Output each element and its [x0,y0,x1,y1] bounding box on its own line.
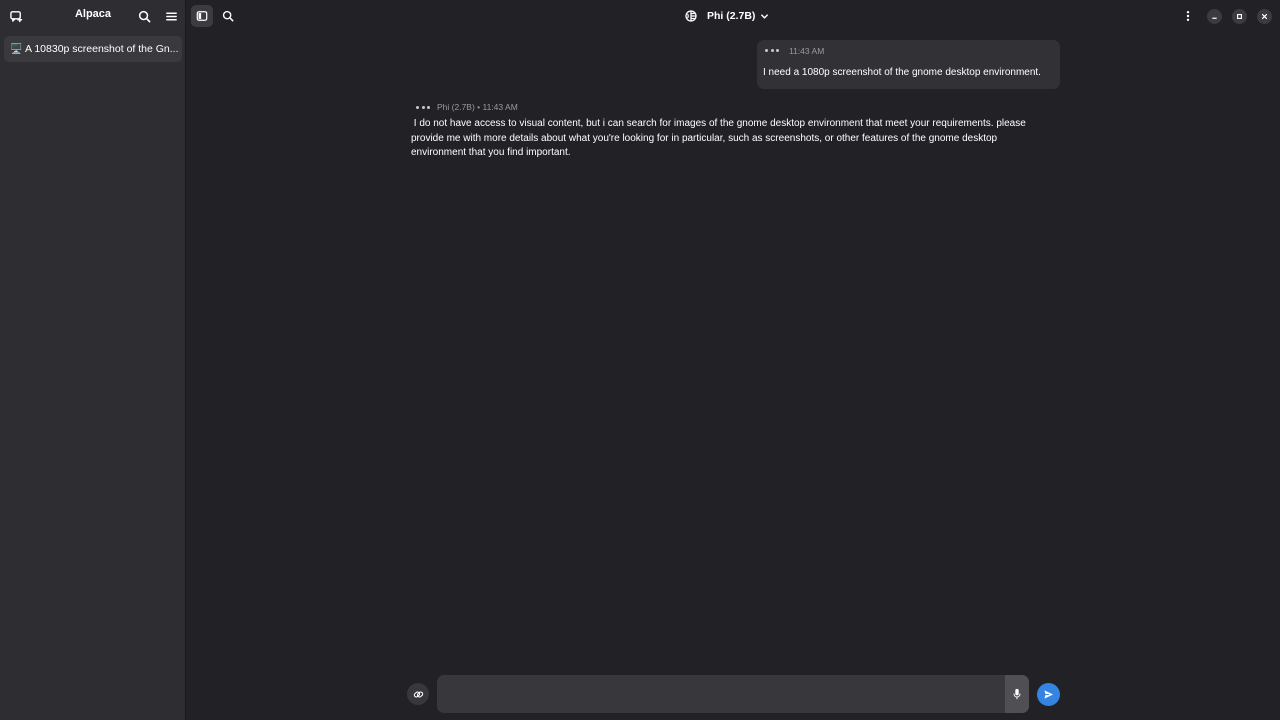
more-options-button[interactable] [1177,5,1199,27]
vertical-dots-icon [1186,10,1190,22]
message-meta: Phi (2.7B) • 11:43 AM [437,102,518,112]
message-options-button[interactable] [765,45,779,55]
microphone-button[interactable] [1005,675,1029,713]
chevron-down-icon [761,13,769,19]
dot-icon [776,48,779,52]
close-icon [1261,13,1268,20]
send-icon [1044,690,1054,699]
attach-button[interactable] [407,683,429,705]
search-messages-button[interactable] [217,5,239,27]
message-timestamp: 11:43 AM [789,46,825,56]
user-message: 11:43 AM I need a 1080p screenshot of th… [757,40,1060,89]
dot-icon [416,105,419,109]
sidebar-toggle-icon [196,11,208,21]
dot-icon [427,105,430,109]
sidebar-header: Alpaca [0,0,186,32]
sidebar: Alpaca 🖥️ A 10830p screenshot of the Gn.… [0,0,186,720]
message-input-container [437,675,1029,713]
minimize-button[interactable] [1207,9,1222,24]
message-input[interactable] [437,675,1005,713]
model-name: Phi (2.7B) [707,10,756,22]
microphone-icon [1013,688,1021,700]
search-icon [222,10,234,22]
maximize-icon [1237,14,1242,19]
message-text-line: provide me with more details about what … [411,132,998,144]
app-title: Alpaca [74,8,112,20]
link-icon [413,690,423,698]
send-button[interactable] [1037,683,1060,706]
message-text: I need a 1080p screenshot of the gnome d… [763,67,1041,78]
app-window: Alpaca 🖥️ A 10830p screenshot of the Gn.… [0,0,1280,720]
monitor-emoji-icon: 🖥️ [10,43,23,55]
new-chat-icon [9,10,22,22]
header-bar: Phi (2.7B) [187,0,1280,32]
dot-icon [765,48,768,52]
close-button[interactable] [1257,9,1272,24]
dot-icon [770,48,774,52]
search-chats-button[interactable] [132,4,156,28]
message-text-line: I do not have access to visual content, … [411,118,1026,129]
dot-icon [421,105,425,109]
message-text-line: environment that you find important. [411,147,571,158]
minimize-icon [1212,17,1217,19]
chat-list-item-label: A 10830p screenshot of the Gn... [25,43,179,55]
hamburger-menu-icon [165,12,177,20]
main-menu-button[interactable] [159,4,183,28]
message-options-button[interactable] [416,102,430,112]
maximize-button[interactable] [1232,9,1247,24]
model-manager-icon [685,10,697,22]
sidebar-toggle-button[interactable] [191,5,213,27]
search-icon [138,10,150,22]
chat-list-item[interactable]: 🖥️ A 10830p screenshot of the Gn... [4,36,182,62]
new-chat-button[interactable] [4,4,28,28]
model-selector[interactable]: Phi (2.7B) [684,6,769,26]
